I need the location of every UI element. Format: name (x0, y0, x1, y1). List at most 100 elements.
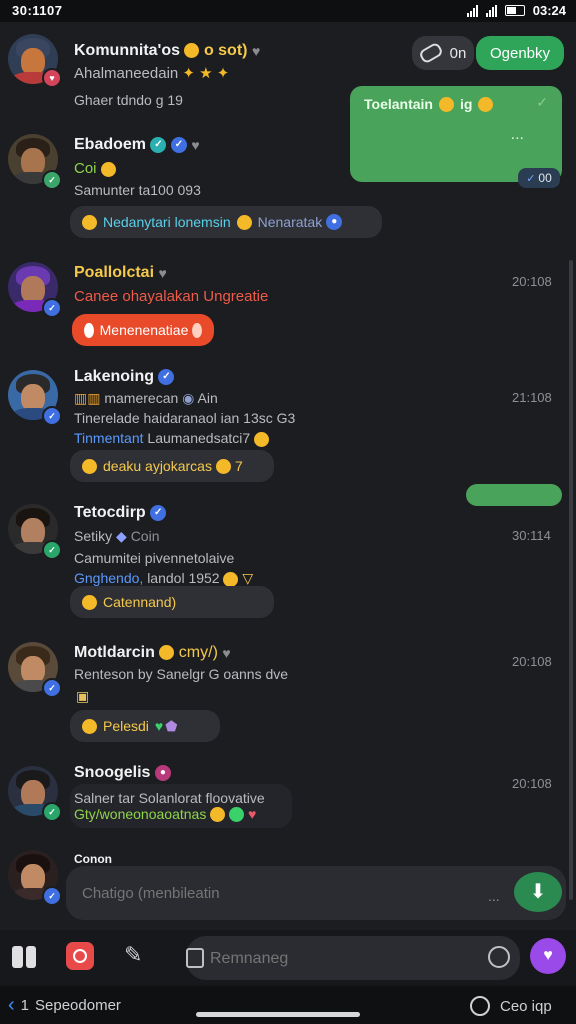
message-preview: Renteson by Sanelgr G oanns dve (74, 666, 289, 682)
contact-name: Motldarcin cmy/) ♥ (74, 644, 231, 661)
globe-icon: ● (326, 214, 343, 230)
heart-green-icon: ♥ (154, 718, 164, 734)
list-item[interactable]: ✓ Snoogelis ● 20:108 Salner tar Solanlor… (0, 760, 560, 850)
home-indicator[interactable] (196, 1012, 360, 1017)
list-item[interactable]: ✓ Lakenoing ✓ 21:108 ▥▥ mamerecan ◉ Ain … (0, 364, 560, 494)
reaction-pill[interactable]: Menenenatiae (72, 314, 214, 346)
contact-name: Conon (74, 852, 112, 866)
reaction-pill[interactable]: deaku ayjokarcas 7 (70, 450, 274, 482)
emoji-icon (84, 322, 94, 338)
battery-icon (504, 5, 525, 16)
scrollbar[interactable] (569, 260, 573, 900)
pen-icon[interactable]: ✎ (124, 942, 142, 968)
wifi-icon (485, 4, 497, 17)
list-item[interactable]: ♥ Komunnita'os o sot) ♥ Ahalmaneedain ✦ … (0, 30, 560, 120)
reaction-pill[interactable]: Pelesdi ♥ ⬟ (70, 710, 220, 742)
emoji-icon (192, 322, 202, 338)
emoji-icon (82, 718, 97, 734)
emoji-icon (82, 594, 97, 610)
emoji-icon (159, 645, 175, 661)
heart-icon: ♥ (251, 42, 261, 59)
compose-bar: ... ⬇ (66, 866, 566, 920)
sidebar-toggle-icon[interactable] (12, 946, 36, 968)
status-badge: ✓ (42, 886, 62, 906)
back-label: Sepeodomer (35, 997, 121, 1014)
send-icon: ⬇ (529, 881, 547, 903)
list-item[interactable]: ✓ Poallolctai ♥ 20:108 Canee ohayalakan … (0, 256, 560, 356)
status-badge: ✓ (42, 540, 62, 560)
status-badge: ✓ (42, 298, 62, 318)
emoji-icon (82, 214, 97, 230)
status-badge: ♥ (42, 68, 62, 88)
message-preview: Setiky ◆ Coin (74, 528, 160, 544)
emoji-icon (236, 214, 252, 230)
search-bar (186, 936, 520, 980)
globe-icon: ◉ (182, 390, 195, 406)
emoji-icon (229, 807, 245, 823)
bag-icon: ▥▥ (74, 390, 101, 406)
message-preview: ▥▥ mamerecan ◉ Ain (74, 390, 218, 406)
timestamp: 20:108 (512, 654, 552, 669)
chevron-down-icon: ▽ (242, 570, 254, 586)
ai-assistant-button[interactable]: ♥ (530, 938, 566, 974)
list-item[interactable]: ✓ Tetocdirp ✓ 30:114 Setiky ◆ Coin Camum… (0, 498, 560, 628)
list-item[interactable]: ✓ Motldarcin cmy/) ♥ 20:108 Renteson by … (0, 636, 560, 746)
shield-icon: ⬟ (165, 717, 178, 734)
verified-icon: ✓ (150, 136, 167, 153)
reaction-pill[interactable]: Catennand) (70, 586, 274, 618)
diamond-icon: ◆ (116, 528, 127, 544)
star-icon: ✦ ★ ✦ (182, 65, 230, 82)
emoji-icon (215, 458, 231, 474)
timestamp: 21:108 (512, 390, 552, 405)
message-body: Tinerelade haidaranaol ian 13sc G3 (74, 410, 296, 426)
message-preview: Ahalmaneedain ✦ ★ ✦ (74, 65, 230, 82)
status-badge: ✓ (42, 406, 62, 426)
back-label-prefix: 1 (20, 997, 30, 1014)
status-badge: ✓ (42, 802, 62, 822)
emoji-icon (184, 43, 200, 59)
status-right-time: 03:24 (532, 3, 566, 18)
back-button[interactable]: ‹ 1 Sepeodomer (8, 994, 121, 1017)
message-link[interactable]: Gnghendo, landol 1952 ▽ (74, 570, 253, 587)
message-preview: Salner tar Solanlorat floovative (74, 789, 265, 806)
message-link[interactable]: Tinmentant Laumanedsatci7 (74, 430, 270, 447)
verified-icon: ✓ (170, 136, 187, 153)
send-button[interactable]: ⬇ (514, 872, 562, 912)
chat-icon (470, 996, 490, 1016)
search-input[interactable] (208, 944, 472, 974)
contact-name: Poallolctai ♥ (74, 264, 167, 281)
signal-icon (466, 4, 478, 17)
nav-right-label: Ceo iqp (500, 997, 552, 1015)
status-badge: ✓ (42, 678, 62, 698)
compose-dots: ... (488, 888, 500, 904)
status-time: 30:1107 (12, 3, 63, 18)
reaction-pill[interactable]: Nedanytari lonemsin Nenaratak ● (70, 206, 382, 238)
timestamp: 20:108 (512, 274, 552, 289)
contact-name: Ebadoem ✓ ✓ ♥ (74, 136, 200, 153)
heart-icon: ♥ (222, 644, 231, 661)
contact-name: Komunnita'os o sot) ♥ (74, 42, 261, 59)
mic-icon[interactable] (488, 946, 510, 968)
camera-icon[interactable] (66, 942, 94, 970)
verified-icon: ✓ (158, 368, 175, 385)
verified-icon: ● (154, 764, 171, 781)
emoji-icon (254, 431, 270, 447)
message-meta: Samunter ta100 093 (74, 182, 201, 198)
timestamp: 20:108 (512, 776, 552, 791)
chat-bubble-icon: ♥ (543, 947, 553, 964)
heart-icon: ♥ (158, 264, 167, 281)
status-bar: 30:1107 03:24 (0, 0, 576, 22)
contact-name: Lakenoing ✓ (74, 368, 175, 386)
heart-icon: ♥ (248, 805, 257, 822)
message-card[interactable]: Salner tar Solanlorat floovative Gty/won… (70, 784, 292, 828)
emoji-icon (223, 571, 239, 587)
nav-right-action[interactable]: Ceo iqp (470, 996, 552, 1016)
message-meta: Ghaer tdndo g 19 (74, 92, 183, 108)
message-preview: Coi (74, 160, 116, 177)
contact-name: Snoogelis ● (74, 764, 171, 782)
gift-icon: ▣ (76, 688, 90, 704)
list-item[interactable]: ✓ Ebadoem ✓ ✓ ♥ Coi Samunter ta100 093 N… (0, 128, 560, 248)
message-input[interactable] (80, 876, 474, 910)
verified-icon: ✓ (150, 504, 167, 521)
emoji-icon (82, 458, 97, 474)
